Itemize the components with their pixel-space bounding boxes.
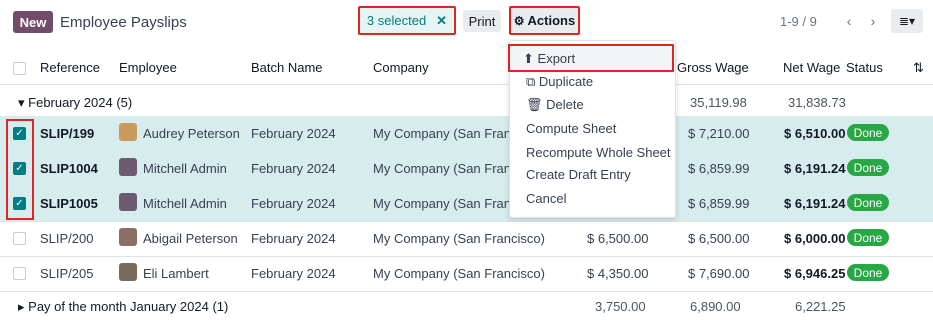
row-employee: Mitchell Admin — [143, 161, 227, 176]
table-row[interactable]: SLIP/205 Eli Lambert February 2024 My Co… — [0, 256, 933, 292]
row-net: $ 6,510.00 — [784, 126, 846, 141]
row-company: My Company (San Francis — [373, 196, 527, 211]
row-company: My Company (San Francis — [373, 161, 527, 176]
row-employee: Abigail Peterson — [143, 231, 238, 246]
row-net: $ 6,946.25 — [784, 266, 846, 281]
group-basic: 3,750.00 — [595, 299, 646, 314]
status-badge: Done — [847, 229, 889, 246]
print-button[interactable]: Print — [463, 10, 501, 32]
row-employee: Eli Lambert — [143, 266, 209, 281]
row-reference: SLIP1004 — [40, 161, 98, 176]
actions-label: Actions — [527, 13, 576, 28]
row-batch: February 2024 — [251, 266, 336, 281]
row-checkbox[interactable] — [13, 267, 26, 280]
row-employee: Audrey Peterson — [143, 126, 240, 141]
group-label: ▾ February 2024 (5) — [18, 95, 133, 110]
table-row[interactable]: ✓ SLIP1004 Mitchell Admin February 2024 … — [0, 151, 933, 187]
optional-columns-icon[interactable]: ⇅ — [913, 60, 924, 76]
caret-down-icon: ▾ — [18, 95, 25, 110]
list-header: Reference Employee Batch Name Company Gr… — [0, 52, 933, 85]
menu-item-export[interactable]: ⬆ Export — [523, 51, 575, 67]
control-panel: New Employee Payslips 3 selected ✕ Print… — [0, 0, 933, 46]
page-title: Employee Payslips — [60, 14, 187, 31]
row-gross: $ 6,500.00 — [688, 231, 750, 246]
row-net: $ 6,191.24 — [784, 196, 846, 211]
caret-right-icon: ▸ — [18, 299, 25, 314]
row-reference: SLIP/205 — [40, 266, 94, 281]
select-all-checkbox[interactable] — [13, 62, 26, 75]
row-basic: $ 4,350.00 — [587, 266, 649, 281]
row-gross: $ 6,859.99 — [688, 161, 750, 176]
chevron-left-icon[interactable]: ‹ — [838, 10, 860, 32]
group-label: ▸ Pay of the month January 2024 (1) — [18, 299, 229, 314]
column-net[interactable]: Net Wage — [783, 60, 840, 75]
row-employee: Mitchell Admin — [143, 196, 227, 211]
status-badge: Done — [847, 159, 889, 176]
avatar — [119, 193, 137, 211]
menu-item-delete[interactable]: 🗑 Delete — [526, 97, 584, 113]
row-net: $ 6,191.24 — [784, 161, 846, 176]
checkbox-highlight — [6, 119, 34, 220]
trash-icon: 🗑 — [526, 97, 543, 112]
row-batch: February 2024 — [251, 231, 336, 246]
row-net: $ 6,000.00 — [784, 231, 846, 246]
gear-icon: ⚙ — [513, 13, 525, 28]
row-company: My Company (San Francis — [373, 126, 527, 141]
row-basic: $ 6,500.00 — [587, 231, 649, 246]
table-row[interactable]: ✓ SLIP/199 Audrey Peterson February 2024… — [0, 116, 933, 152]
status-badge: Done — [847, 194, 889, 211]
group-net: 6,221.25 — [795, 299, 846, 314]
group-row[interactable]: ▸ Pay of the month January 2024 (1) 3,75… — [0, 291, 933, 321]
menu-item-duplicate[interactable]: ⧉ Duplicate — [526, 74, 593, 90]
view-switcher-button[interactable]: ≣▾ — [891, 9, 923, 33]
column-status[interactable]: Status — [846, 60, 883, 75]
column-reference[interactable]: Reference — [40, 60, 100, 75]
column-company[interactable]: Company — [373, 60, 429, 75]
row-company: My Company (San Francisco) — [373, 231, 545, 246]
row-company: My Company (San Francisco) — [373, 266, 545, 281]
actions-button[interactable]: ⚙ Actions — [509, 6, 580, 35]
menu-item-draft-entry[interactable]: Create Draft Entry — [526, 167, 631, 182]
group-net: 31,838.73 — [788, 95, 846, 110]
row-batch: February 2024 — [251, 126, 336, 141]
menu-item-compute-sheet[interactable]: Compute Sheet — [526, 121, 616, 136]
column-gross[interactable]: Gross Wage — [677, 60, 749, 75]
clear-selection-icon[interactable]: ✕ — [436, 13, 447, 29]
new-button[interactable]: New — [13, 11, 53, 33]
row-reference: SLIP/199 — [40, 126, 95, 141]
avatar — [119, 123, 137, 141]
selection-badge[interactable]: 3 selected ✕ — [358, 6, 456, 35]
avatar — [119, 228, 137, 246]
column-batch[interactable]: Batch Name — [251, 60, 323, 75]
duplicate-icon: ⧉ — [526, 74, 536, 89]
row-checkbox[interactable] — [13, 232, 26, 245]
avatar — [119, 158, 137, 176]
status-badge: Done — [847, 124, 889, 141]
avatar — [119, 263, 137, 281]
selected-count: 3 selected — [366, 13, 427, 28]
row-batch: February 2024 — [251, 196, 336, 211]
menu-item-recompute[interactable]: Recompute Whole Sheet — [526, 145, 671, 160]
row-gross: $ 7,210.00 — [688, 126, 750, 141]
group-row[interactable]: ▾ February 2024 (5) 35,119.98 31,838.73 — [0, 87, 933, 117]
upload-icon: ⬆ — [523, 51, 534, 66]
row-batch: February 2024 — [251, 161, 336, 176]
status-badge: Done — [847, 264, 889, 281]
pager-value[interactable]: 1-9 / 9 — [780, 14, 817, 29]
row-reference: SLIP1005 — [40, 196, 98, 211]
table-row[interactable]: SLIP/200 Abigail Peterson February 2024 … — [0, 221, 933, 257]
column-employee[interactable]: Employee — [119, 60, 177, 75]
group-gross: 35,119.98 — [690, 95, 747, 110]
chevron-right-icon[interactable]: › — [862, 10, 884, 32]
row-gross: $ 7,690.00 — [688, 266, 750, 281]
table-row[interactable]: ✓ SLIP1005 Mitchell Admin February 2024 … — [0, 186, 933, 222]
menu-item-cancel[interactable]: Cancel — [526, 191, 566, 206]
group-gross: 6,890.00 — [690, 299, 741, 314]
row-gross: $ 6,859.99 — [688, 196, 750, 211]
row-reference: SLIP/200 — [40, 231, 94, 246]
